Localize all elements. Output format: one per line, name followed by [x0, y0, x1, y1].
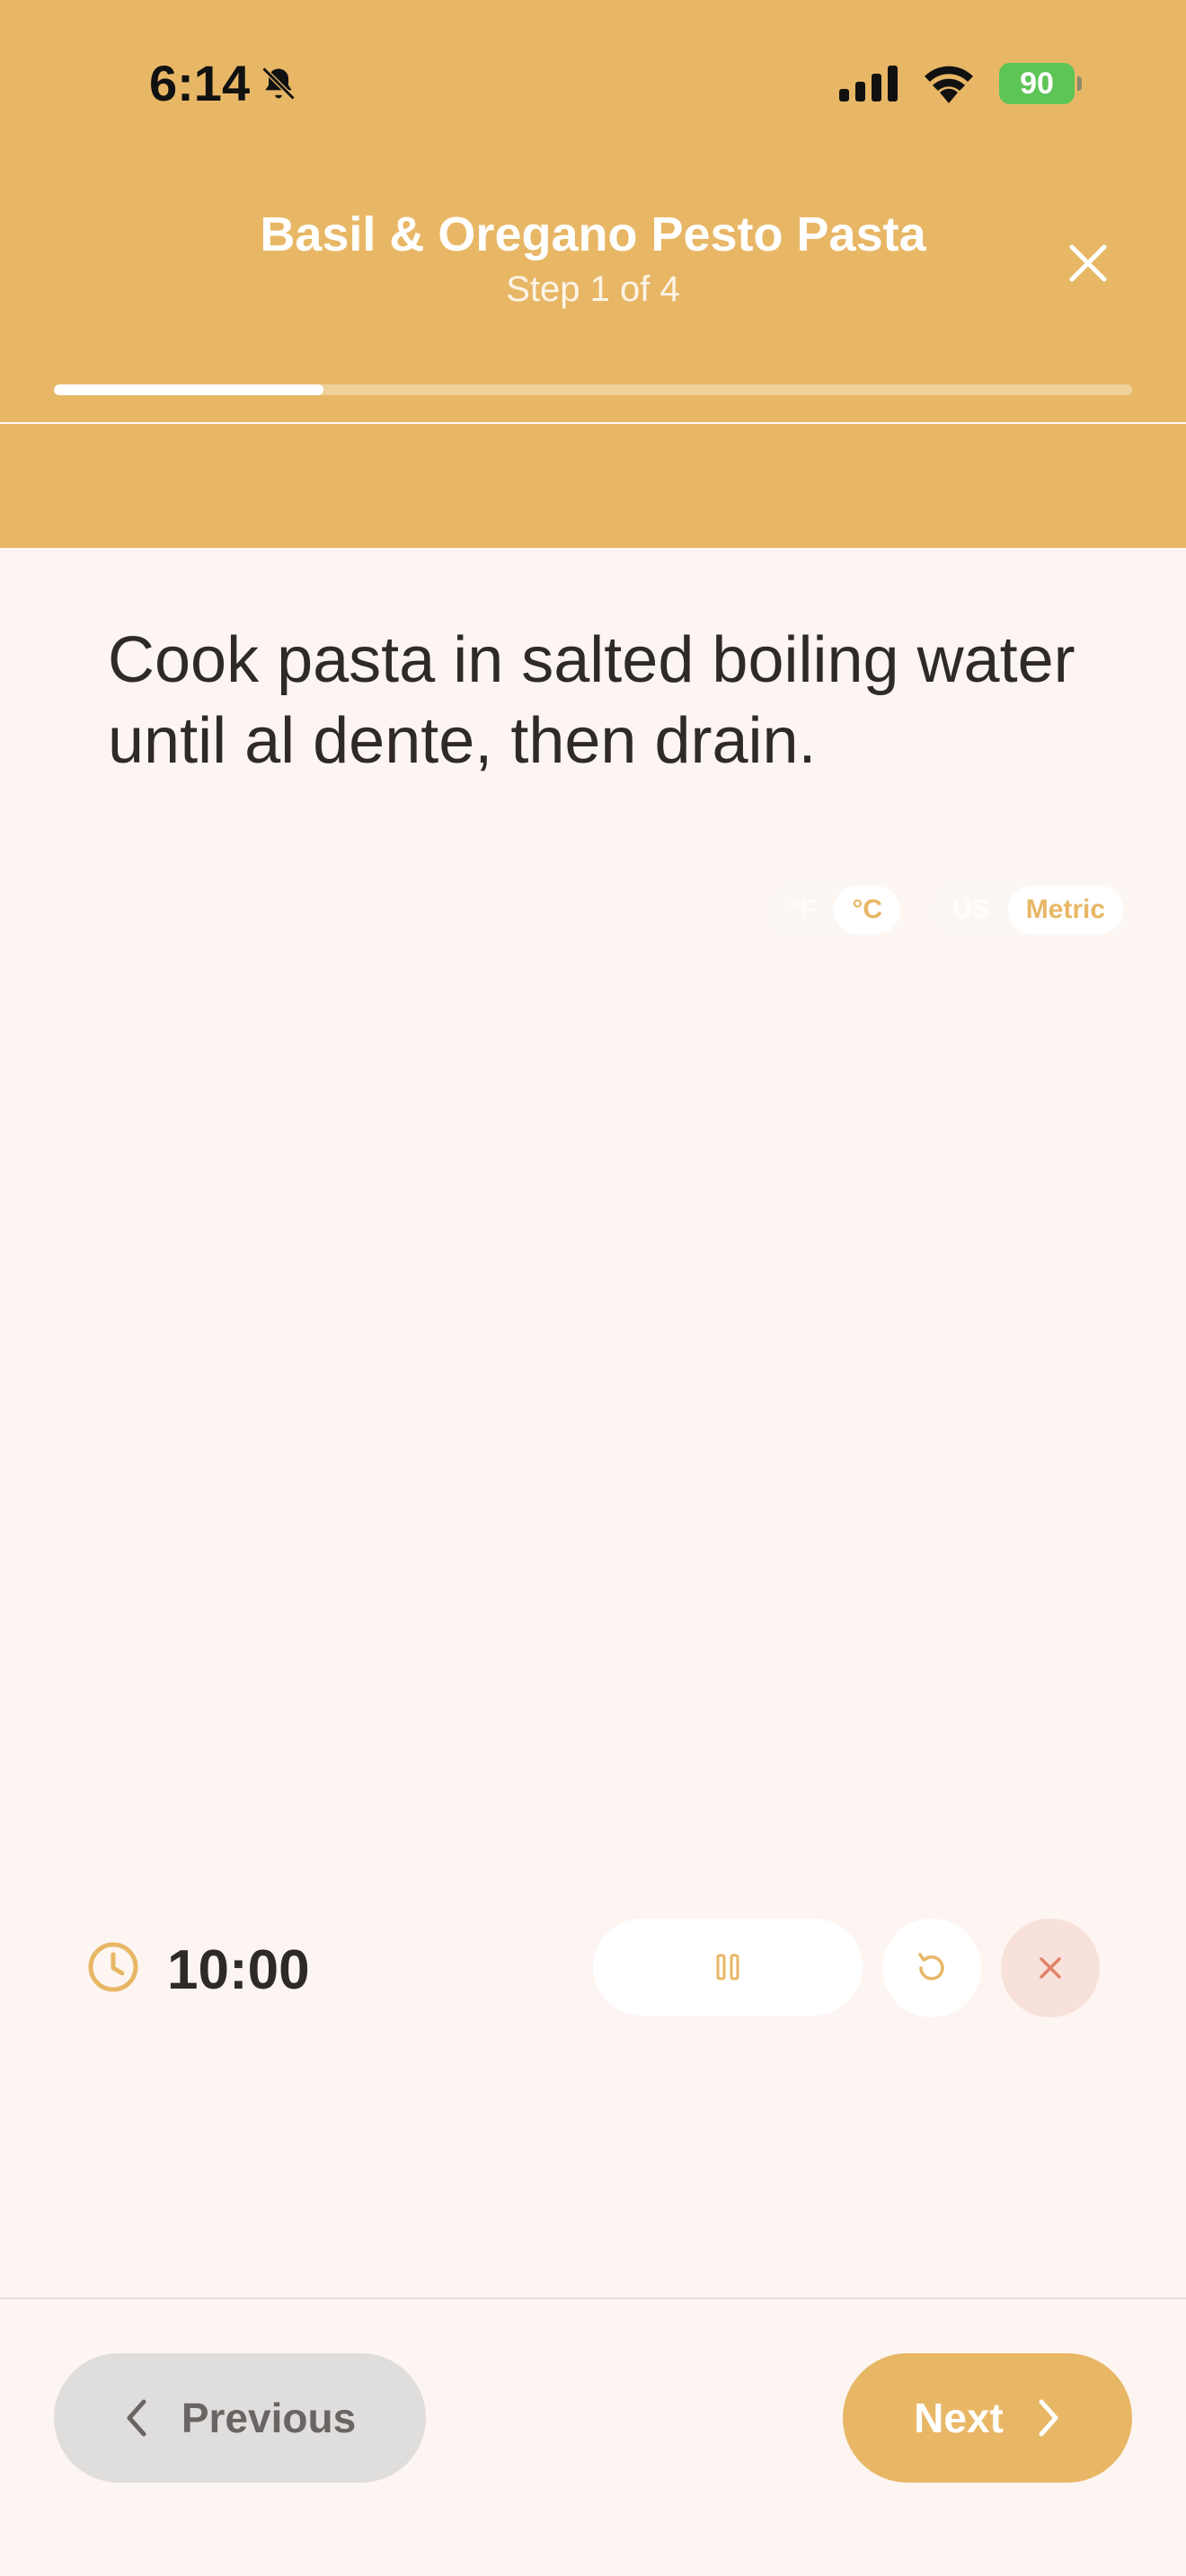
close-button[interactable] [1060, 235, 1116, 291]
next-button[interactable]: Next [843, 2353, 1132, 2483]
cancel-icon [1040, 1957, 1061, 1979]
previous-button[interactable]: Previous [54, 2353, 426, 2483]
status-bar-indicators: 90 [839, 63, 1082, 104]
chevron-left-icon [127, 2399, 146, 2437]
timer-value: 10:00 [167, 1939, 310, 2001]
temperature-option-fahrenheit[interactable]: °F [771, 886, 834, 934]
battery-level: 90 [1020, 66, 1054, 101]
signal-icon [839, 66, 898, 101]
temperature-toggle: °F °C [766, 880, 907, 940]
wifi-icon [925, 66, 973, 103]
measurement-toggle: US Metric [929, 880, 1132, 940]
battery-icon: 90 [999, 63, 1082, 104]
previous-button-label: Previous [181, 2395, 357, 2441]
reset-icon [918, 1953, 944, 1981]
clock-icon [88, 1942, 138, 1992]
unit-toggle-bar: °F °C US Metric [0, 424, 1186, 940]
pause-icon [716, 1954, 739, 1981]
status-time: 6:14 [149, 55, 251, 111]
bell-slash-icon [261, 66, 296, 100]
step-progress-bar [54, 384, 1132, 395]
temperature-option-celsius[interactable]: °C [834, 886, 900, 934]
timer-pause-button[interactable] [593, 1919, 863, 2016]
chevron-right-icon [1039, 2399, 1058, 2437]
status-bar-time-group: 6:14 [149, 54, 298, 112]
measurement-option-metric[interactable]: Metric [1007, 886, 1124, 934]
timer-row: 10:00 [0, 1913, 1186, 2021]
step-progress-fill [54, 384, 323, 395]
next-button-label: Next [914, 2395, 1004, 2441]
timer-reset-button[interactable] [882, 1919, 981, 2017]
step-indicator: Step 1 of 4 [506, 269, 680, 309]
timer-cancel-button[interactable] [1001, 1919, 1100, 2017]
header: 6:14 90 Basil & Oregano Pesto Pasta Step… [0, 0, 1186, 422]
recipe-title: Basil & Oregano Pesto Pasta [260, 207, 926, 261]
close-icon [1069, 244, 1107, 282]
step-instruction: Cook pasta in salted boiling water until… [108, 624, 1075, 777]
footer-divider [0, 2298, 1186, 2299]
measurement-option-us[interactable]: US [934, 886, 1008, 934]
